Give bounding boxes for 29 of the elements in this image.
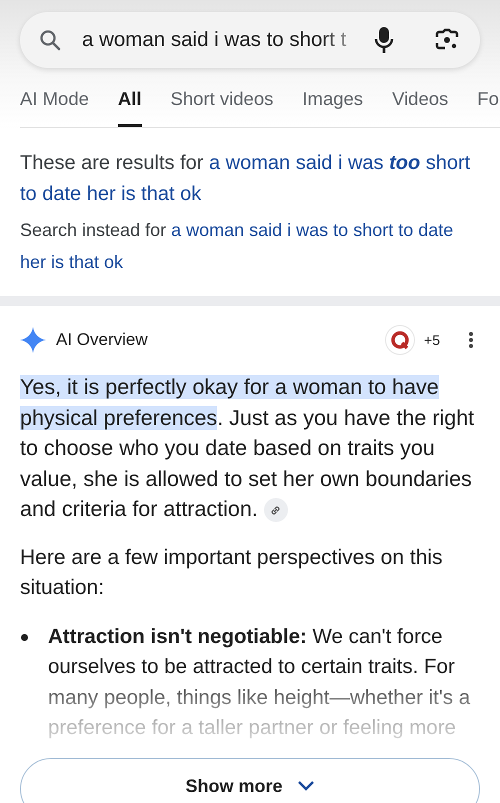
search-tab[interactable]: AI Mode xyxy=(20,86,89,127)
ai-overview-title: AI Overview xyxy=(56,330,149,350)
search-tab[interactable]: Short videos xyxy=(170,86,274,127)
more-options-icon[interactable] xyxy=(468,331,474,349)
chevron-down-icon xyxy=(296,780,314,792)
source-logo-icon[interactable] xyxy=(386,326,414,354)
overview-lead-text: Here are a few important perspectives on this situation: xyxy=(20,544,444,601)
search-input[interactable]: a woman said i was to short t xyxy=(82,28,360,52)
show-more-button[interactable]: Show more xyxy=(20,758,480,803)
search-instead-label: Search instead for xyxy=(20,220,168,240)
sources-count[interactable]: +5 xyxy=(424,332,440,348)
overview-paragraph: Yes, it is perfectly okay for a woman to have physical preferences. Just as you have the right to choose who you date based on traits you value, she is allowed to set her own boundaries and criteria for attraction. xyxy=(20,374,476,524)
sparkle-icon xyxy=(20,327,46,353)
original-query-link[interactable]: her is that ok xyxy=(20,252,124,272)
search-icon[interactable] xyxy=(38,28,62,52)
search-tab[interactable]: Images xyxy=(302,86,364,127)
search-tab[interactable]: Videos xyxy=(392,86,448,127)
search-tab[interactable]: Fo xyxy=(477,86,499,127)
corrected-query-label: These are results for xyxy=(20,152,204,174)
search-bar[interactable]: a woman said i was to short t xyxy=(20,12,480,68)
link-icon[interactable] xyxy=(264,498,288,522)
original-query-link[interactable]: a woman said i was to short to date xyxy=(171,220,454,240)
search-tab[interactable]: All xyxy=(118,86,142,127)
bullet-icon xyxy=(21,634,28,640)
corrected-query-link[interactable]: to date her is that ok xyxy=(20,183,202,205)
bullet-text: Attraction isn't negotiable: We can't force ourselves to be attracted to certain traits. For many people, things like height—whether it's a preference for a taller partner or feeling more xyxy=(48,624,472,741)
camera-icon[interactable] xyxy=(434,28,460,52)
microphone-icon[interactable] xyxy=(374,26,394,54)
corrected-query-link[interactable]: a woman said i was too short xyxy=(208,152,470,174)
